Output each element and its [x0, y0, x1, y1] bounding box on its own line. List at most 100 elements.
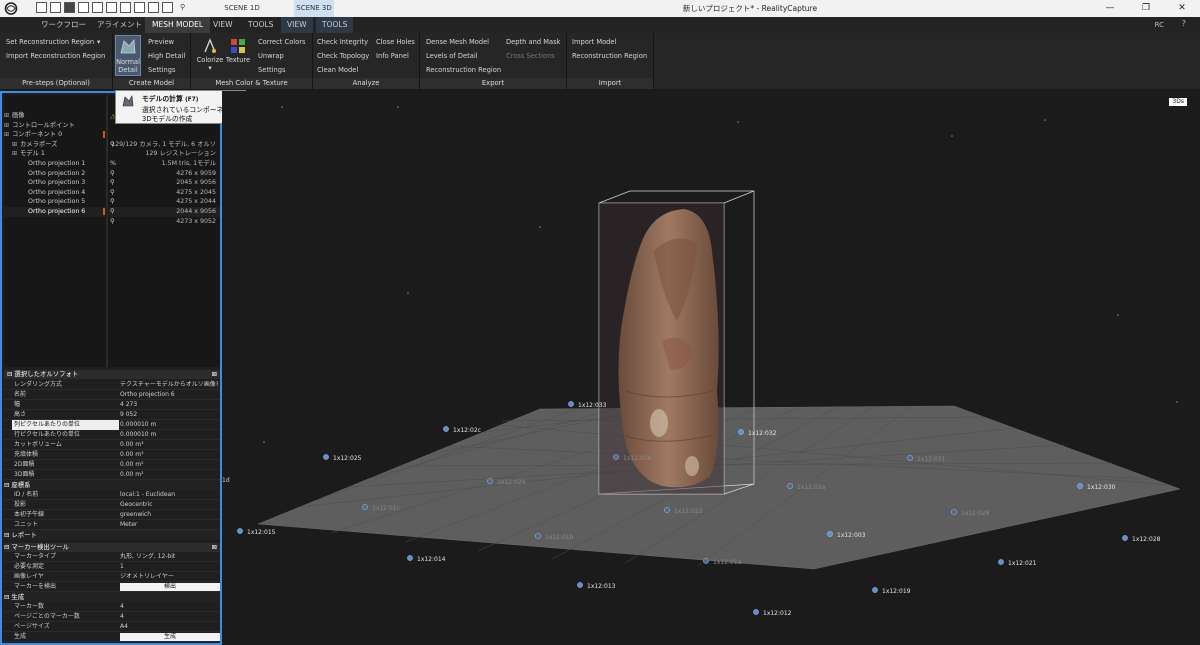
property-row[interactable]: 必要な測定 1 — [4, 562, 220, 572]
menu-view[interactable]: VIEW — [213, 17, 233, 33]
control-marker-icon[interactable] — [362, 504, 368, 510]
property-value[interactable]: 0.00 m² — [120, 470, 218, 480]
section-header[interactable]: ⊟ 生成 — [4, 592, 220, 602]
tab-scene-1d[interactable]: SCENE 1D — [190, 0, 294, 17]
property-row[interactable]: 3D面積 0.00 m² — [4, 470, 220, 480]
property-row[interactable]: 2D面積 0.00 m² — [4, 460, 220, 470]
help-icon[interactable]: ? — [1182, 19, 1186, 28]
control-marker-icon[interactable] — [664, 507, 670, 513]
property-row[interactable]: ユニット Meter — [4, 520, 220, 530]
tree-row[interactable]: Ortho projection 2 ⚲ 4276 x 9059 — [4, 169, 220, 179]
property-row[interactable]: 名前 Ortho projection 6 — [4, 390, 220, 400]
export-region-button[interactable]: Reconstruction Region — [426, 66, 501, 74]
color-settings-button[interactable]: Settings — [258, 66, 285, 74]
detect-button[interactable]: 検出 — [120, 583, 220, 591]
3d-viewport[interactable]: 1x12:033 1x12:02c 1x12:032 1x12:025 1x12:026… — [222, 91, 1200, 645]
property-row[interactable]: 投影 Geocentric — [4, 500, 220, 510]
layout-5-icon[interactable] — [92, 2, 103, 13]
menu-view-3d[interactable]: VIEW — [281, 17, 313, 33]
tree-row[interactable]: Ortho projection 1% 1.5M tris, 1モデル — [4, 159, 220, 169]
close-holes-button[interactable]: Close Holes — [376, 38, 415, 46]
property-value[interactable]: greenwich — [120, 510, 218, 520]
control-marker-icon[interactable] — [787, 483, 793, 489]
texture-button[interactable]: Texture — [225, 35, 251, 76]
layout-1-icon[interactable] — [36, 2, 47, 13]
high-detail-button[interactable]: High Detail — [148, 52, 185, 60]
scene-canvas[interactable]: 1x12:033 1x12:02c 1x12:032 1x12:025 1x12:026… — [222, 91, 1200, 645]
property-row[interactable]: 充填体積 0.00 m³ — [4, 450, 220, 460]
property-row[interactable]: マーカー数 4 — [4, 602, 220, 612]
property-value[interactable]: A4 — [120, 622, 218, 632]
tree-row[interactable]: Ortho projection 6 ⚲ 2044 x 9056 — [4, 207, 220, 217]
property-value[interactable]: 0.00 m³ — [120, 440, 218, 450]
expand-icon[interactable]: ⊞ — [4, 111, 9, 121]
expand-icon[interactable]: ⊞ — [4, 121, 9, 131]
unwrap-button[interactable]: Unwrap — [258, 52, 284, 60]
control-marker-icon[interactable] — [613, 454, 619, 460]
maximize-button[interactable]: ❐ — [1128, 0, 1164, 17]
tree-row[interactable]: Ortho projection 4 ⚲ 4275 x 2045 — [4, 188, 220, 198]
folder-icon[interactable] — [134, 2, 145, 13]
property-row[interactable]: 列ピクセルあたりの単位 0.000010 m — [4, 420, 220, 430]
save-icon[interactable] — [148, 2, 159, 13]
property-value[interactable]: local:1 - Euclidean — [120, 490, 218, 500]
property-value[interactable]: Ortho projection 6 — [120, 390, 218, 400]
generate-button[interactable]: 生成 — [120, 633, 220, 641]
clean-model-button[interactable]: Clean Model — [317, 66, 358, 74]
property-value[interactable]: 1 — [120, 562, 218, 572]
control-marker-icon[interactable] — [1122, 535, 1128, 541]
property-row[interactable]: 行ピクセルあたりの単位 0.000010 m — [4, 430, 220, 440]
property-value[interactable]: 4 273 — [120, 400, 218, 410]
property-value[interactable]: 4 — [120, 612, 218, 622]
control-marker-icon[interactable] — [738, 429, 744, 435]
property-value[interactable]: 0.000010 m — [120, 430, 218, 440]
tree-row[interactable]: ⊞ コンポーネント 0 — [4, 130, 220, 140]
check-topology-button[interactable]: Check Topology — [317, 52, 369, 60]
normal-detail-button[interactable]: Normal Detail — [115, 35, 141, 76]
property-row[interactable]: ID / 名前 local:1 - Euclidean — [4, 490, 220, 500]
property-value[interactable]: 0.000010 m — [120, 420, 218, 430]
control-marker-icon[interactable] — [872, 587, 878, 593]
levels-of-detail-button[interactable]: Levels of Detail — [426, 52, 478, 60]
property-value[interactable]: ジオメトリレイヤー — [120, 572, 218, 582]
create-settings-button[interactable]: Settings — [148, 66, 175, 74]
expand-icon[interactable]: ⊞ — [12, 140, 17, 150]
expand-icon[interactable]: ⊞ — [12, 149, 17, 159]
view-mode-badge[interactable]: 3Ds — [1169, 98, 1187, 106]
layout-2-icon[interactable] — [50, 2, 61, 13]
layout-7-icon[interactable] — [120, 2, 131, 13]
tree-row[interactable]: ⊞ カメラポーズ ⚲ 129/129 カメラ, 1 モデル, 6 オルソ — [4, 140, 220, 150]
tab-scene-3d[interactable]: SCENE 3D — [294, 0, 334, 17]
control-marker-icon[interactable] — [237, 528, 243, 534]
colorize-button[interactable]: Colorize ▾ — [195, 35, 225, 76]
property-row[interactable]: ページサイズ A4 — [4, 622, 220, 632]
control-marker-icon[interactable] — [1077, 483, 1083, 489]
property-value[interactable]: 0.00 m² — [120, 460, 218, 470]
menu-tools[interactable]: TOOLS — [248, 17, 273, 33]
tree-row[interactable]: Ortho projection 5 ⚲ 4275 x 2044 — [4, 197, 220, 207]
property-value[interactable]: テクスチャーモデルからオルソ画像を作成 — [120, 380, 218, 390]
property-value[interactable]: 0.00 m³ — [120, 450, 218, 460]
correct-colors-button[interactable]: Correct Colors — [258, 38, 305, 46]
control-marker-icon[interactable] — [487, 478, 493, 484]
user-initials[interactable]: RC — [1155, 17, 1164, 33]
control-marker-icon[interactable] — [951, 509, 957, 515]
minimize-button[interactable]: — — [1092, 0, 1128, 17]
info-panel-button[interactable]: Info Panel — [376, 52, 409, 60]
section-header[interactable]: ⊟ レポート — [4, 530, 220, 540]
property-value[interactable]: 4 — [120, 602, 218, 612]
property-row[interactable]: 高さ 9 052 — [4, 410, 220, 420]
control-marker-icon[interactable] — [568, 401, 574, 407]
import-model-button[interactable]: Import Model — [572, 38, 616, 46]
control-marker-icon[interactable] — [703, 558, 709, 564]
panel-close-icon[interactable]: ⊠ — [212, 543, 217, 552]
expand-icon[interactable]: ⊞ — [4, 130, 9, 140]
tree-row[interactable]: Ortho projection 3 ⚲ 2045 x 9056 — [4, 178, 220, 188]
property-row[interactable]: ページごとのマーカー数 4 — [4, 612, 220, 622]
control-marker-icon[interactable] — [577, 582, 583, 588]
section-header[interactable]: ⊟ 座標系 — [4, 480, 220, 490]
layout-6-icon[interactable] — [106, 2, 117, 13]
property-row[interactable]: マーカータイプ 丸形, リング, 12-bit — [4, 552, 220, 562]
property-row[interactable]: 幅 4 273 — [4, 400, 220, 410]
import-region-button[interactable]: Import Reconstruction Region — [6, 52, 105, 60]
